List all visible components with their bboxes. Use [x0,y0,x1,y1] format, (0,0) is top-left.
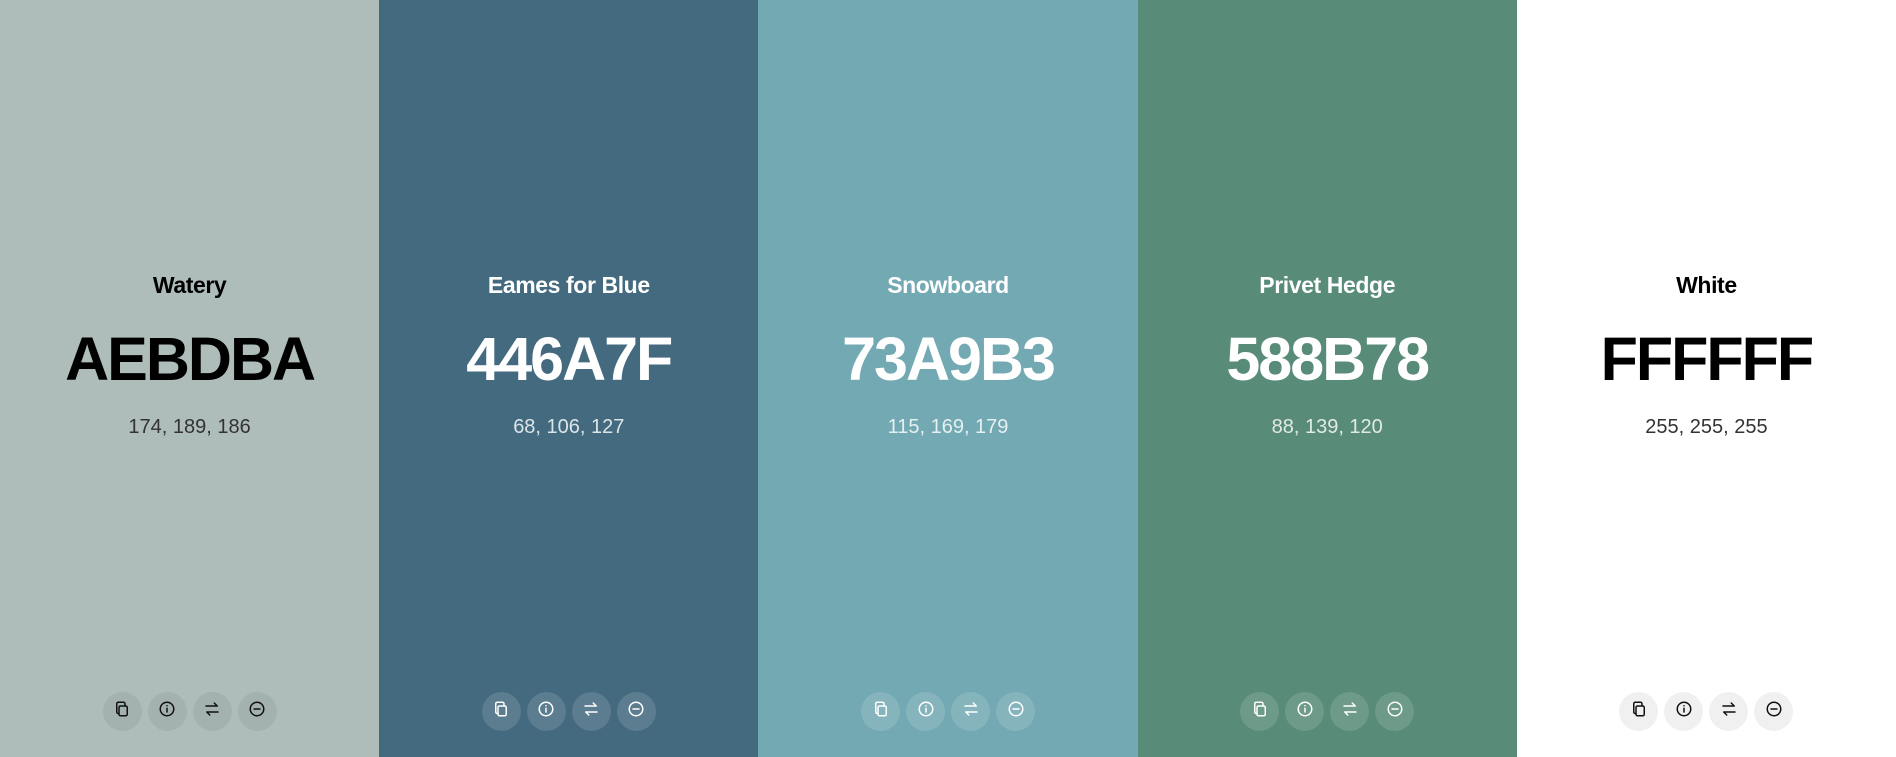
info-icon [917,700,935,723]
info-button[interactable] [906,692,945,731]
color-swatch[interactable]: Watery AEBDBA 174, 189, 186 [0,0,380,757]
copy-button[interactable] [861,692,900,731]
info-icon [158,700,176,723]
copy-icon [1251,700,1269,723]
hex-code[interactable]: AEBDBA [0,322,379,396]
hex-code[interactable]: 73A9B3 [758,322,1137,396]
color-swatch[interactable]: Privet Hedge 588B78 88, 139, 120 [1137,0,1517,757]
minus-circle-icon [248,700,266,723]
copy-icon [1630,700,1648,723]
swatch-actions [758,692,1137,731]
info-icon [1296,700,1314,723]
info-button[interactable] [1285,692,1325,731]
swap-arrows-icon [203,700,221,723]
swap-arrows-icon [582,700,600,723]
rgb-values: 68, 106, 127 [513,416,625,438]
swap-button[interactable] [192,692,232,731]
swap-arrows-icon [1341,700,1359,723]
info-icon [1675,700,1693,723]
minus-circle-icon [627,700,645,723]
hex-code[interactable]: 446A7F [379,322,758,396]
info-button[interactable] [147,692,187,731]
copy-button[interactable] [1240,692,1280,731]
minus-circle-icon [1386,700,1404,723]
swap-button[interactable] [571,692,611,731]
swatch-actions [0,692,379,731]
copy-icon [492,700,510,723]
color-name: Eames for Blue [487,272,650,298]
copy-button[interactable] [1619,692,1659,731]
info-button[interactable] [1664,692,1704,731]
remove-button[interactable] [1375,692,1415,731]
copy-icon [113,700,131,723]
minus-circle-icon [1765,700,1783,723]
info-icon [537,700,555,723]
rgb-values: 115, 169, 179 [887,416,1009,438]
color-swatch[interactable]: Snowboard 73A9B3 115, 169, 179 [758,0,1138,757]
color-name: Privet Hedge [1259,272,1396,298]
color-swatch[interactable]: White FFFFFF 255, 255, 255 [1516,0,1896,757]
rgb-values: 88, 139, 120 [1271,416,1383,438]
color-swatch[interactable]: Eames for Blue 446A7F 68, 106, 127 [379,0,759,757]
swap-arrows-icon [962,700,980,723]
swap-arrows-icon [1720,700,1738,723]
swap-button[interactable] [1709,692,1749,731]
rgb-values: 174, 189, 186 [128,416,251,438]
swatch-actions [379,692,758,731]
remove-button[interactable] [996,692,1035,731]
copy-button[interactable] [481,692,521,731]
color-name: Watery [152,272,227,298]
remove-button[interactable] [1754,692,1794,731]
hex-code[interactable]: FFFFFF [1517,322,1896,396]
remove-button[interactable] [237,692,277,731]
swap-button[interactable] [1330,692,1370,731]
copy-button[interactable] [102,692,142,731]
swap-button[interactable] [951,692,990,731]
swatch-actions [1517,692,1896,731]
color-name: Snowboard [887,272,1009,298]
remove-button[interactable] [616,692,656,731]
hex-code[interactable]: 588B78 [1138,322,1517,396]
rgb-values: 255, 255, 255 [1645,416,1768,438]
minus-circle-icon [1007,700,1025,723]
color-palette: Watery AEBDBA 174, 189, 186 Eames for Bl… [0,0,1896,757]
info-button[interactable] [526,692,566,731]
color-name: White [1676,272,1737,298]
copy-icon [872,700,890,723]
swatch-actions [1138,692,1517,731]
